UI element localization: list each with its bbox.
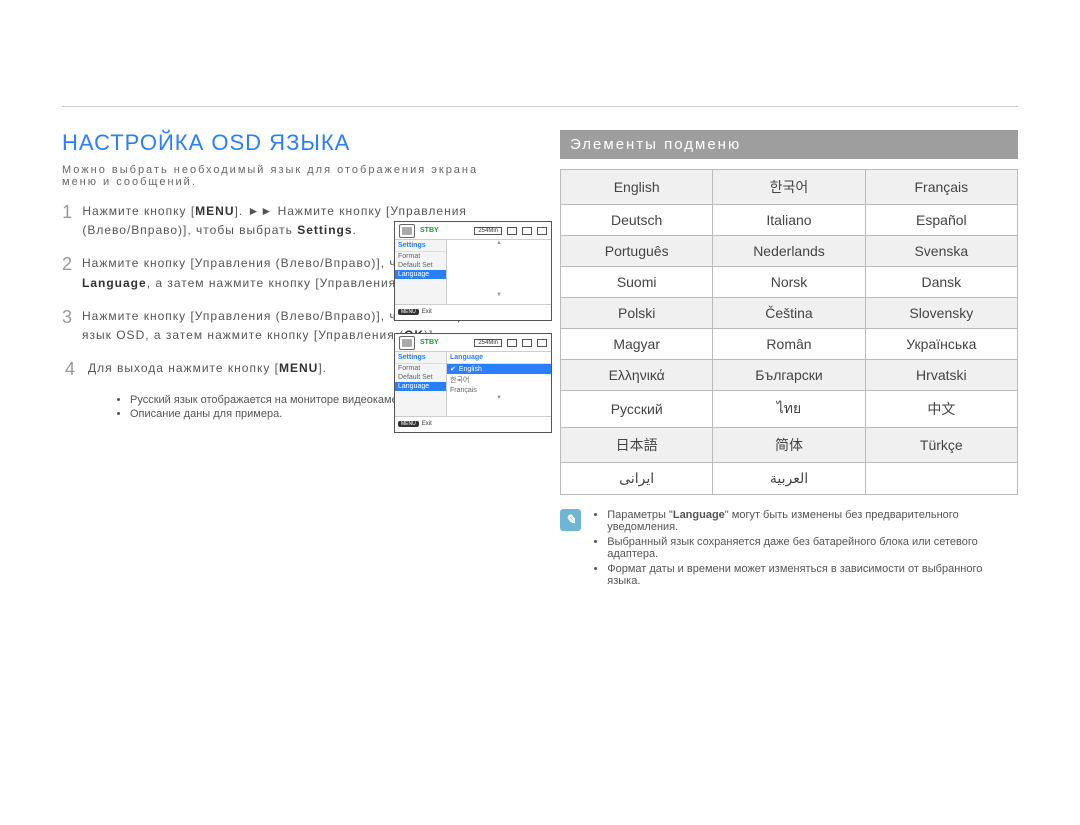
menu-item[interactable]: Format [395,252,446,261]
language-cell: Deutsch [561,205,713,236]
menu-item[interactable]: Default Set [395,261,446,270]
language-cell: Čeština [713,298,865,329]
language-table: English한국어Français DeutschItalianoEspañol… [560,169,1018,495]
thumb-icon [537,339,547,347]
minutes-badge: 254Min [474,227,502,235]
language-cell: Magyar [561,329,713,360]
language-cell: Svenska [865,236,1017,267]
down-arrow-icon[interactable]: ▼ [447,292,551,300]
language-cell: Suomi [561,267,713,298]
submenu-header: Элементы подменю [560,130,1018,159]
language-cell: Ελληνικά [561,360,713,391]
thumb-icon [522,227,532,235]
language-cell: 简体 [713,428,865,463]
sidebar-head: Settings [395,240,446,252]
list-head: Language [447,352,551,364]
language-cell: Român [713,329,865,360]
note-icon: ✎ [560,509,581,531]
check-icon: ✔ [450,365,456,373]
thumb-icon [507,339,517,347]
language-cell: Русский [561,391,713,428]
osd-preview-panel-2: STBY 254Min Settings Format Default Set … [394,333,552,433]
language-cell: Türkçe [865,428,1017,463]
stby-label: STBY [420,227,471,234]
language-cell: Español [865,205,1017,236]
osd-preview-panel-1: STBY 254Min Settings Format Default Set … [394,221,552,321]
language-cell: Украïнська [865,329,1017,360]
menu-item-selected[interactable]: Language [395,382,446,391]
language-cell: Français [865,170,1017,205]
step-number: 2 [62,254,72,292]
language-cell: Български [713,360,865,391]
section-title: НАСТРОЙКА OSD ЯЗЫКА [62,130,512,156]
step-text: Для выхода нажмите кнопку [MENU]. [88,359,327,380]
horizontal-rule [62,106,1018,107]
thumb-icon [507,227,517,235]
language-cell: Slovensky [865,298,1017,329]
language-cell: Italiano [713,205,865,236]
note-item: Параметры "Language" могут быть изменены… [607,509,1018,533]
language-cell: ایرانی [561,463,713,495]
language-cell: English [561,170,713,205]
menu-item[interactable]: Default Set [395,373,446,382]
language-cell: Polski [561,298,713,329]
sidebar-head: Settings [395,352,446,364]
section-subtitle: Можно выбрать необходимый язык для отобр… [62,164,512,188]
language-cell: Norsk [713,267,865,298]
thumb-icon [522,339,532,347]
menu-tag: MENU [398,421,419,427]
lang-option[interactable]: 한국어 [447,374,551,386]
camera-icon [399,336,415,350]
language-cell: Dansk [865,267,1017,298]
minutes-badge: 254Min [474,339,502,347]
note-block: ✎ Параметры "Language" могут быть измене… [560,509,1018,590]
exit-label[interactable]: Exit [422,421,432,427]
right-column: Элементы подменю English한국어Français Deuts… [560,130,1018,590]
language-cell [865,463,1017,495]
language-cell: Nederlands [713,236,865,267]
camera-icon [399,224,415,238]
left-column: НАСТРОЙКА OSD ЯЗЫКА Можно выбрать необхо… [62,130,512,590]
step-number: 1 [62,202,72,240]
language-cell: 日本語 [561,428,713,463]
menu-tag: MENU [398,309,419,315]
lang-option-selected[interactable]: ✔English [447,364,551,374]
menu-item[interactable]: Format [395,364,446,373]
step-number: 3 [62,307,72,345]
submenu-header-title: Элементы подменю [560,130,1018,159]
language-cell: 한국어 [713,170,865,205]
language-cell: ไทย [713,391,865,428]
lang-option[interactable]: Français [447,386,551,395]
step-number: 4 [62,359,78,380]
language-cell: العربية [713,463,865,495]
note-item: Формат даты и времени может изменяться в… [607,563,1018,587]
language-cell: Português [561,236,713,267]
thumb-icon [537,227,547,235]
notes-list: Параметры "Language" могут быть изменены… [591,509,1018,590]
language-cell: 中文 [865,391,1017,428]
stby-label: STBY [420,339,471,346]
note-item: Выбранный язык сохраняется даже без бата… [607,536,1018,560]
down-arrow-icon[interactable]: ▼ [447,395,551,403]
up-arrow-icon[interactable]: ▲ [447,240,551,248]
language-cell: Hrvatski [865,360,1017,391]
exit-label[interactable]: Exit [422,309,432,315]
menu-item-selected[interactable]: Language [395,270,446,279]
